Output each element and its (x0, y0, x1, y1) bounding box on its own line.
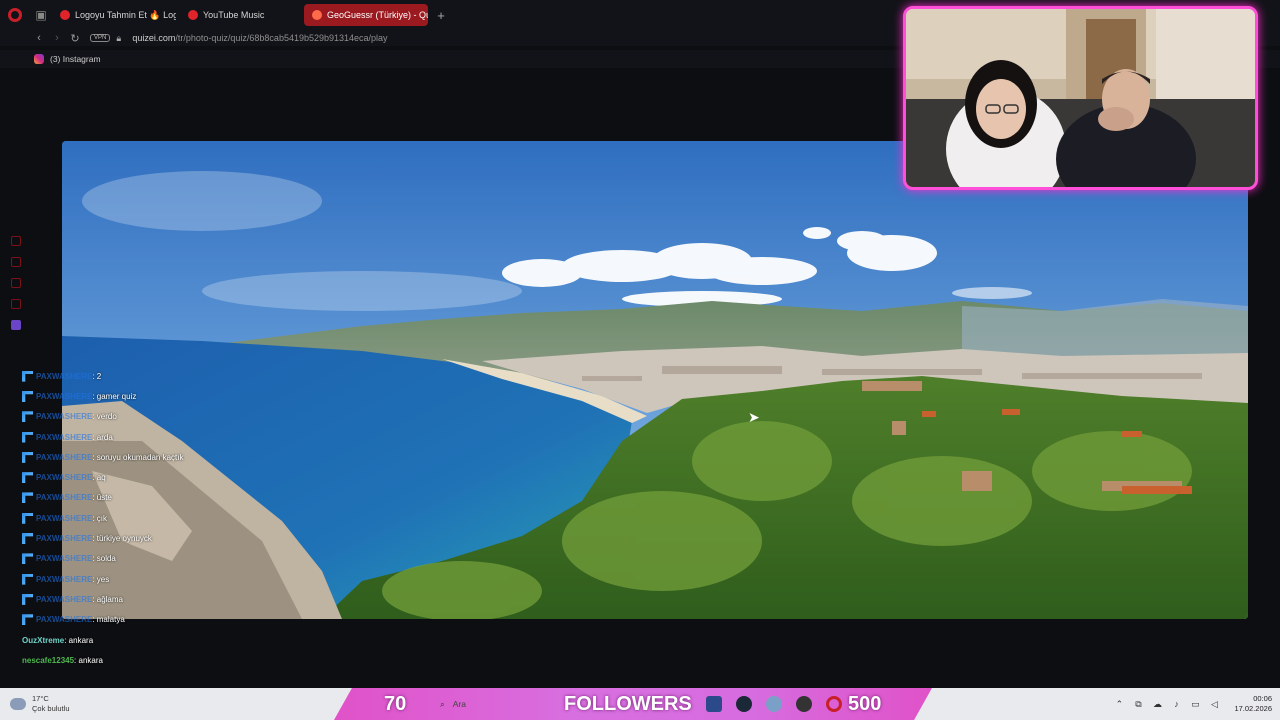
chat-message: PAXWASHERE: aq (22, 467, 262, 487)
search-icon: ⌕ (440, 698, 445, 709)
display-icon[interactable]: ▭ (1190, 699, 1200, 709)
youtube-music-favicon-icon (188, 10, 198, 20)
vpn-badge[interactable]: VPN (90, 34, 111, 42)
lock-icon[interactable]: 🔒︎ (116, 33, 126, 44)
settings-icon[interactable] (766, 696, 782, 712)
steam-icon[interactable] (736, 696, 752, 712)
instagram-icon (34, 54, 44, 64)
obs-icon[interactable] (796, 696, 812, 712)
followers-goal-count: 500 (848, 692, 882, 715)
chat-message: PAXWASHERE: gamer quiz (22, 386, 262, 406)
chat-message: PAXWASHERE: malatya (22, 610, 262, 630)
chat-badge-icon (22, 451, 33, 463)
chat-badge-icon (22, 431, 33, 443)
followers-label: FOLLOWERS (564, 692, 692, 715)
chat-message: PAXWASHERE: ağlama (22, 589, 262, 609)
url-field[interactable]: quizei.com/tr/photo-quiz/quiz/68b8cab541… (132, 33, 387, 43)
chat-message: PAXWASHERE: 2 (22, 366, 262, 386)
chat-message: PAXWASHERE: arda (22, 427, 262, 447)
chat-badge-icon (22, 553, 33, 565)
chat-badge-icon (22, 593, 33, 605)
mouse-cursor-icon: ➤ (748, 409, 760, 425)
forward-icon[interactable]: › (48, 32, 66, 44)
followers-current-count: 70 (384, 692, 407, 715)
browser-sidebar (8, 236, 24, 341)
reload-icon[interactable]: ↻ (66, 32, 84, 45)
chat-message: PAXWASHERE: çık (22, 508, 262, 528)
weather-desc: Çok bulutlu (32, 704, 70, 713)
chat-message: PAXWASHERE: verdo (22, 407, 262, 427)
speaker-icon[interactable]: ◁ (1209, 699, 1219, 709)
chat-message: nescafe12345: ankara (22, 655, 103, 665)
url-host: quizei.com (132, 33, 176, 43)
tab-logo-quiz[interactable]: Logoyu Tahmin Et 🔥 Log (52, 4, 176, 26)
bookmark-instagram[interactable]: (3) Instagram (50, 54, 101, 64)
taskbar-search[interactable]: ⌕ Ara (440, 692, 560, 716)
tab-geoguessr-active[interactable]: GeoGuessr (Türkiye) - Qui (304, 4, 428, 26)
desktop-screen: ▣ Logoyu Tahmin Et 🔥 Log YouTube Music G… (0, 0, 1280, 720)
chat-badge-icon (22, 390, 33, 402)
cloud-sync-icon[interactable]: ☁ (1152, 699, 1162, 709)
opera-logo-icon[interactable] (0, 0, 30, 30)
app-store-icon[interactable] (706, 696, 722, 712)
sidebar-home-icon[interactable] (11, 236, 21, 246)
clock-date: 17.02.2026 (1234, 704, 1272, 713)
clock-time: 00:06 (1253, 694, 1272, 703)
tab-youtube-music[interactable]: YouTube Music (180, 4, 300, 26)
chat-message: PAXWASHERE: solda (22, 549, 262, 569)
cloud-icon (10, 698, 26, 710)
sidebar-chat-icon[interactable] (11, 278, 21, 288)
webcam-overlay (903, 6, 1258, 190)
chat-badge-icon (22, 533, 33, 545)
chat-badge-icon (22, 614, 33, 626)
tab-manager-icon[interactable]: ▣ (30, 4, 52, 26)
chevron-up-icon[interactable]: ⌃ (1114, 699, 1124, 709)
chat-badge-icon (22, 512, 33, 524)
url-path: /tr/photo-quiz/quiz/68b8cab5419b529b9131… (175, 33, 388, 43)
youtube-favicon-icon (60, 10, 70, 20)
microphone-icon[interactable]: ♪ (1171, 699, 1181, 709)
chat-badge-icon (22, 411, 33, 423)
webcam-feed-image (906, 9, 1255, 187)
chat-badge-icon (22, 370, 33, 382)
network-icon[interactable]: ⧉ (1133, 699, 1143, 709)
clock[interactable]: 00:06 17.02.2026 (1234, 694, 1272, 714)
stream-chat: PAXWASHERE: 2 PAXWASHERE: gamer quiz PAX… (22, 366, 262, 666)
chat-badge-icon (22, 472, 33, 484)
new-tab-button[interactable]: + (432, 6, 450, 24)
sidebar-messenger-icon[interactable] (11, 299, 21, 309)
back-icon[interactable]: ‹ (30, 32, 48, 44)
system-tray: ⌃ ⧉ ☁ ♪ ▭ ◁ 00:06 17.02.2026 (1114, 688, 1272, 720)
chat-message: OuzXtreme: ankara (22, 635, 94, 645)
chat-badge-icon (22, 492, 33, 504)
chat-badge-icon (22, 573, 33, 585)
chat-message: PAXWASHERE: soruyu okumadan kaçtık (22, 447, 262, 467)
chat-message: PAXWASHERE: yes (22, 569, 262, 589)
chat-message: PAXWASHERE: türkiye oynuyck (22, 528, 262, 548)
sidebar-bag-icon[interactable] (11, 257, 21, 267)
quiz-favicon-icon (312, 10, 322, 20)
weather-widget[interactable]: 17°C Çok bulutlu (10, 694, 90, 714)
search-placeholder: Ara (452, 699, 466, 709)
chat-message: PAXWASHERE: üste (22, 488, 262, 508)
opera-icon[interactable] (826, 696, 842, 712)
weather-temp: 17°C (32, 694, 49, 703)
sidebar-twitch-icon[interactable] (11, 320, 21, 330)
